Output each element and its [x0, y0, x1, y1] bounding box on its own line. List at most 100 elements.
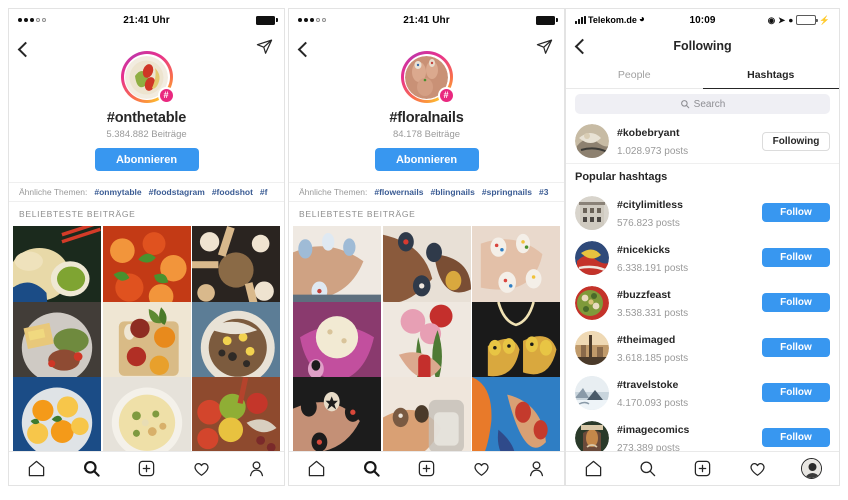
bottom-tab-bar: [566, 451, 839, 485]
related-topics-strip[interactable]: Ähnliche Themen: #flowernails #blingnail…: [289, 182, 564, 202]
hashtag-avatar-sunset-city: [575, 330, 609, 365]
list-item[interactable]: #nicekicks 6.338.191 posts Follow: [566, 235, 839, 280]
hashtag-post-count: 4.170.093 posts: [617, 397, 689, 409]
add-post-icon[interactable]: [128, 456, 166, 482]
follow-button[interactable]: Follow: [762, 248, 830, 267]
search-icon[interactable]: [353, 456, 391, 482]
list-item-following[interactable]: #kobebryant 1.028.973 posts Following: [566, 119, 839, 164]
profile-icon[interactable]: [238, 456, 276, 482]
hashtag-avatar-building: [575, 195, 609, 230]
follow-hashtag-button[interactable]: Abonnieren: [374, 148, 479, 171]
hashtag-header: # #onthetable 5.384.882 Beiträge Abonnie…: [9, 51, 284, 182]
follow-hashtag-button[interactable]: Abonnieren: [94, 148, 199, 171]
search-icon[interactable]: [629, 456, 667, 482]
hashtag-avatar-comic-cover: [575, 420, 609, 451]
list-item[interactable]: #travelstoke 4.170.093 posts Follow: [566, 370, 839, 415]
status-bar: 21:41 Uhr: [9, 9, 284, 31]
tab-people[interactable]: People: [566, 61, 703, 88]
bottom-tab-bar: [289, 451, 564, 485]
profile-icon[interactable]: [518, 456, 556, 482]
status-time: 21:41 Uhr: [403, 14, 450, 26]
phone-screen-onthetable: 21:41 Uhr # #onthetable 5.384.882 Beiträ…: [8, 8, 285, 486]
battery-icon: [796, 15, 819, 25]
popular-hashtags-header: Popular hashtags: [575, 171, 668, 183]
list-item[interactable]: #buzzfeast 3.538.331 posts Follow: [566, 280, 839, 325]
following-button[interactable]: Following: [762, 131, 830, 151]
grid-post[interactable]: [293, 377, 381, 451]
hashtag-post-count: 3.538.331 posts: [617, 307, 689, 319]
related-tag[interactable]: #foodstagram: [149, 187, 205, 197]
list-item[interactable]: #theimaged 3.618.185 posts Follow: [566, 325, 839, 370]
post-grid: [9, 226, 284, 451]
follow-button[interactable]: Follow: [762, 428, 830, 447]
share-paper-plane-icon[interactable]: [256, 38, 273, 60]
hashtag-avatar-food: [575, 285, 609, 320]
related-tag[interactable]: #springnails: [482, 187, 532, 197]
battery-icon: [536, 15, 558, 25]
grid-post[interactable]: [13, 377, 101, 451]
heart-icon[interactable]: [183, 456, 221, 482]
status-time: 21:41 Uhr: [123, 14, 170, 26]
hashtag-info: #travelstoke 4.170.093 posts: [617, 375, 754, 411]
grid-post[interactable]: [192, 377, 280, 451]
home-icon[interactable]: [18, 456, 56, 482]
hashtag-avatar[interactable]: #: [400, 51, 455, 104]
share-paper-plane-icon[interactable]: [536, 38, 553, 60]
back-chevron-icon[interactable]: [17, 41, 34, 57]
status-right: [256, 15, 278, 25]
related-tag[interactable]: #blingnails: [431, 187, 475, 197]
home-icon[interactable]: [574, 456, 612, 482]
grid-post[interactable]: [472, 377, 560, 451]
grid-post[interactable]: [382, 377, 471, 451]
related-tag[interactable]: #flowernails: [374, 187, 423, 197]
related-tag[interactable]: #3: [539, 187, 548, 197]
search-icon[interactable]: [73, 456, 111, 482]
hashtag-post-count: 273.389 posts: [617, 442, 680, 452]
search-icon: [680, 100, 689, 109]
back-chevron-icon[interactable]: [297, 41, 314, 57]
hashtag-avatar-sneakers: [575, 240, 609, 275]
grid-post[interactable]: [102, 377, 191, 451]
hashtag-info: #imagecomics 273.389 posts: [617, 420, 754, 452]
hashtag-name: #nicekicks: [617, 243, 671, 256]
follow-button[interactable]: Follow: [762, 338, 830, 357]
related-topics-strip[interactable]: Ähnliche Themen: #onmytable #foodstagram…: [9, 182, 284, 202]
related-tag[interactable]: #f: [260, 187, 268, 197]
search-placeholder: Search: [693, 98, 726, 110]
add-post-icon[interactable]: [408, 456, 446, 482]
post-grid: [289, 226, 564, 451]
home-icon[interactable]: [298, 456, 336, 482]
hashtag-post-count: 6.338.191 posts: [617, 262, 689, 274]
list-item[interactable]: #imagecomics 273.389 posts Follow: [566, 415, 839, 451]
hashtag-avatar-sneaker: [575, 124, 609, 158]
bottom-tab-bar: [9, 451, 284, 485]
navigation-bar: Following: [566, 31, 839, 61]
page-title: Following: [673, 39, 732, 53]
tab-hashtags[interactable]: Hashtags: [702, 61, 840, 89]
hashtag-badge-icon: #: [157, 87, 175, 104]
follow-button[interactable]: Follow: [762, 383, 830, 402]
follow-button[interactable]: Follow: [762, 203, 830, 222]
hashtag-info: #theimaged 3.618.185 posts: [617, 330, 754, 366]
heart-icon[interactable]: [463, 456, 501, 482]
hashtag-name: #kobebryant: [617, 127, 680, 139]
hashtag-badge-icon: #: [437, 87, 455, 104]
list-item[interactable]: #citylimitless 576.823 posts Follow: [566, 190, 839, 235]
hashtag-post-count: 3.618.185 posts: [617, 352, 689, 364]
hashtag-name: #imagecomics: [617, 423, 690, 436]
battery-icon: [256, 15, 278, 25]
profile-avatar[interactable]: [793, 456, 831, 482]
hashtag-name: #travelstoke: [617, 378, 679, 391]
heart-icon[interactable]: [738, 456, 776, 482]
hashtag-list: #kobebryant 1.028.973 posts Following Po…: [566, 119, 839, 451]
related-topics-label: Ähnliche Themen:: [19, 187, 88, 197]
hashtag-post-count: 84.178 Beiträge: [392, 129, 461, 140]
status-bar: Telekom.de ◕ 10:09 ◉ ➤ ● ⚡: [566, 9, 839, 31]
hashtag-post-count: 5.384.882 Beiträge: [106, 129, 187, 140]
add-post-icon[interactable]: [683, 456, 721, 482]
search-input[interactable]: Search: [575, 94, 830, 114]
related-tag[interactable]: #foodshot: [212, 187, 253, 197]
hashtag-avatar[interactable]: #: [120, 51, 175, 104]
follow-button[interactable]: Follow: [762, 293, 830, 312]
related-tag[interactable]: #onmytable: [94, 187, 141, 197]
